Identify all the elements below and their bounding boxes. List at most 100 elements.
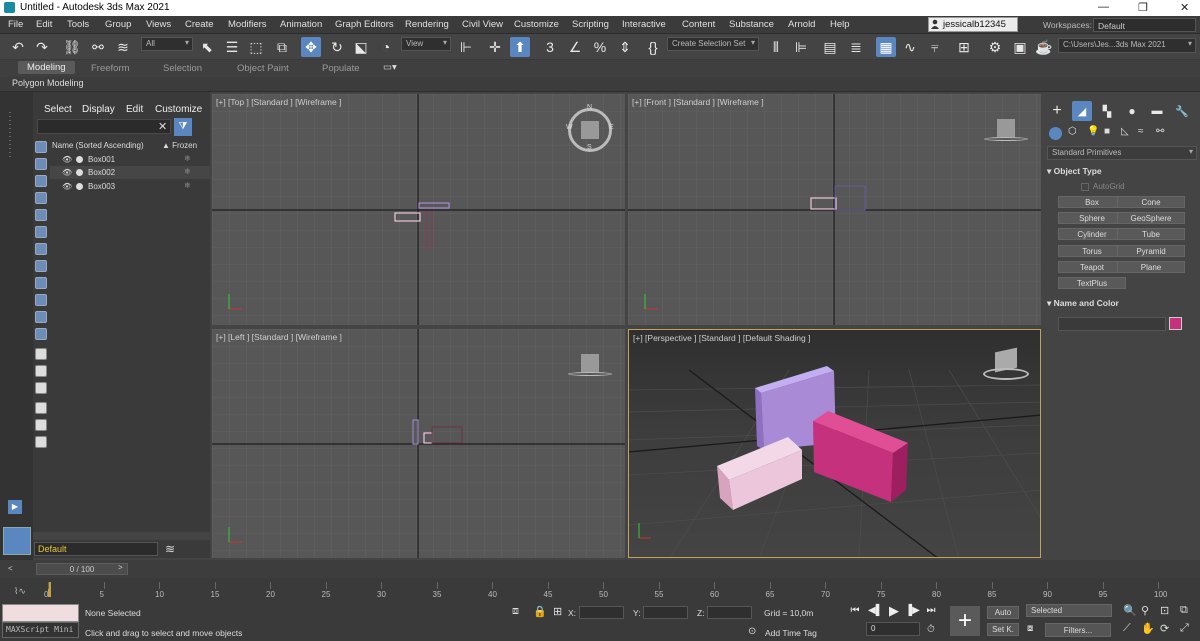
viewcube-ring[interactable]: [983, 368, 1029, 380]
go-to-start-icon[interactable]: ⏮: [848, 604, 862, 618]
geosphere-button[interactable]: GeoSphere: [1117, 212, 1185, 224]
y-coordinate-input[interactable]: [643, 606, 688, 619]
display-cameras-icon[interactable]: [35, 192, 47, 204]
menu-content[interactable]: Content: [682, 19, 715, 30]
menu-create[interactable]: Create: [185, 19, 214, 30]
spinner-snap-icon[interactable]: ⇕: [615, 37, 635, 57]
scene-menu-customize[interactable]: Customize: [155, 104, 202, 115]
viewport-top[interactable]: N S W E [+] [Top ] [Standard ] [Wirefram…: [212, 94, 625, 325]
display-groups-icon[interactable]: [35, 243, 47, 255]
select-and-place-icon[interactable]: ◔: [376, 37, 396, 57]
select-by-name-icon[interactable]: ☰: [222, 37, 242, 57]
undo-icon[interactable]: ↶: [8, 37, 28, 57]
display-tab-icon[interactable]: ▬: [1147, 101, 1167, 121]
redo-icon[interactable]: ↷: [32, 37, 52, 57]
play-icon[interactable]: ▶: [887, 604, 901, 618]
orbit-icon[interactable]: ⟳: [1160, 622, 1169, 635]
rendered-frame-window-icon[interactable]: ▣: [1010, 37, 1030, 57]
cameras-icon[interactable]: ■: [1104, 126, 1110, 137]
add-time-tag[interactable]: Add Time Tag: [765, 628, 817, 638]
menu-animation[interactable]: Animation: [280, 19, 322, 30]
scene-row[interactable]: 👁 Box002 ❄: [50, 166, 210, 179]
display-helpers-icon[interactable]: [35, 209, 47, 221]
rollout-name-and-color[interactable]: ▾ Name and Color: [1047, 298, 1197, 311]
viewport-label-front[interactable]: [+] [Front ] [Standard ] [Wireframe ]: [632, 97, 764, 107]
maxscript-mini-label[interactable]: MAXScript Mini: [2, 622, 79, 638]
display-containers-icon[interactable]: [35, 294, 47, 306]
menu-interactive[interactable]: Interactive: [622, 19, 666, 30]
shapes-icon[interactable]: ⬡: [1068, 126, 1077, 137]
z-coordinate-input[interactable]: [707, 606, 752, 619]
scene-search-input[interactable]: [37, 119, 171, 134]
torus-button[interactable]: Torus: [1058, 245, 1126, 257]
eye-icon[interactable]: 👁: [62, 182, 72, 191]
next-frame-icon[interactable]: ▐▶: [905, 604, 920, 618]
viewport-label-left[interactable]: [+] [Left ] [Standard ] [Wireframe ]: [216, 332, 342, 342]
ribbon-tab-object-paint[interactable]: Object Paint: [237, 63, 289, 74]
display-all-icon[interactable]: [35, 348, 47, 360]
x-coordinate-input[interactable]: [579, 606, 624, 619]
rollout-object-type[interactable]: ▾ Object Type: [1047, 166, 1197, 179]
selection-filter-dropdown[interactable]: All: [141, 37, 193, 51]
maximize-viewport-icon[interactable]: ⤢: [1180, 622, 1189, 635]
layers-icon[interactable]: ≋: [165, 542, 175, 556]
hierarchy-tab-icon[interactable]: ▚: [1097, 101, 1117, 121]
autogrid-checkbox[interactable]: [1081, 183, 1089, 191]
absolute-mode-icon[interactable]: ⊞: [553, 605, 562, 618]
menu-customize[interactable]: Customize: [514, 19, 559, 30]
display-invert-icon[interactable]: [35, 382, 47, 394]
create-tab-icon[interactable]: +: [1047, 101, 1067, 121]
display-xrefs-icon[interactable]: [35, 260, 47, 272]
scene-row[interactable]: 👁 Box003 ❄: [50, 180, 210, 193]
box-button[interactable]: Box: [1058, 196, 1126, 208]
display-geometry-icon[interactable]: [35, 141, 47, 153]
time-config-icon[interactable]: ⏱: [927, 624, 935, 635]
link-icon[interactable]: ⛓: [62, 37, 82, 57]
menu-group[interactable]: Group: [105, 19, 131, 30]
toggle-ribbon-icon[interactable]: ▦: [876, 37, 896, 57]
layer-explorer-button[interactable]: [3, 527, 31, 555]
curve-editor-icon[interactable]: ∿: [900, 37, 920, 57]
zoom-icon[interactable]: 🔍: [1123, 604, 1137, 617]
scene-menu-edit[interactable]: Edit: [126, 104, 143, 115]
edit-named-selection-icon[interactable]: {}: [643, 37, 663, 57]
object-color-swatch[interactable]: [1169, 317, 1182, 330]
render-setup-icon[interactable]: ⚙: [985, 37, 1005, 57]
menu-help[interactable]: Help: [830, 19, 850, 30]
render-production-icon[interactable]: ☕: [1034, 37, 1054, 57]
modify-tab-icon[interactable]: ◢: [1072, 101, 1092, 121]
tube-button[interactable]: Tube: [1117, 228, 1185, 240]
viewcube-face[interactable]: [581, 121, 599, 139]
named-selection-set-dropdown[interactable]: Create Selection Set: [667, 37, 759, 51]
viewport-perspective[interactable]: [+] [Perspective ] [Standard ] [Default …: [628, 329, 1041, 558]
display-children-icon[interactable]: [35, 402, 47, 414]
bind-spacewarp-icon[interactable]: ≋: [113, 37, 133, 57]
viewport-front[interactable]: [+] [Front ] [Standard ] [Wireframe ]: [628, 94, 1041, 325]
keyboard-shortcut-override-icon[interactable]: ⬆: [510, 37, 530, 57]
frozen-icon[interactable]: ❄: [184, 154, 191, 163]
ribbon-tab-populate[interactable]: Populate: [322, 63, 360, 74]
align-icon[interactable]: ⊫: [791, 37, 811, 57]
pyramid-button[interactable]: Pyramid: [1117, 245, 1185, 257]
viewport-label-top[interactable]: [+] [Top ] [Standard ] [Wireframe ]: [216, 97, 341, 107]
key-filters-button[interactable]: Filters...: [1045, 623, 1111, 637]
viewport-left[interactable]: [+] [Left ] [Standard ] [Wireframe ]: [212, 329, 625, 558]
menu-views[interactable]: Views: [146, 19, 171, 30]
display-lights-icon[interactable]: [35, 175, 47, 187]
teapot-button[interactable]: Teapot: [1058, 261, 1126, 273]
sync-selection-icon[interactable]: [35, 436, 47, 448]
minimize-button[interactable]: —: [1098, 1, 1109, 13]
schematic-view-icon[interactable]: ⫧: [925, 37, 945, 57]
select-and-rotate-icon[interactable]: ↻: [327, 37, 347, 57]
ribbon-tab-selection[interactable]: Selection: [163, 63, 202, 74]
zoom-extents-icon[interactable]: ⊡: [1160, 604, 1169, 617]
maxscript-listener-input[interactable]: [2, 604, 79, 622]
display-spacewarps-icon[interactable]: [35, 226, 47, 238]
column-frozen[interactable]: ▲ Frozen: [162, 141, 197, 150]
window-crossing-icon[interactable]: ⧉: [272, 37, 292, 57]
current-frame-input[interactable]: 0: [866, 622, 920, 636]
viewport-label-perspective[interactable]: [+] [Perspective ] [Standard ] [Default …: [633, 333, 810, 343]
expand-arrow-icon[interactable]: ▶: [8, 500, 22, 514]
time-tag-icon[interactable]: ⊙: [748, 626, 756, 637]
display-shapes-icon[interactable]: [35, 158, 47, 170]
